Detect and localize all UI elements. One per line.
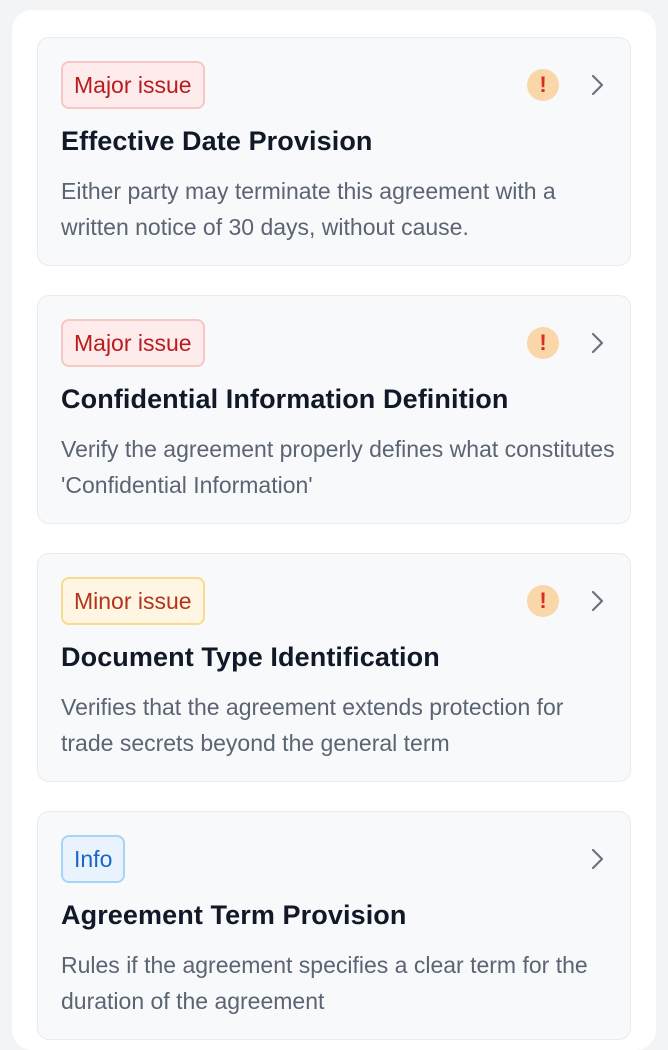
issue-card[interactable]: Major issue ! Confidential Information D…: [37, 295, 631, 524]
issue-title: Agreement Term Provision: [61, 900, 407, 930]
chevron-right-icon[interactable]: [584, 588, 610, 614]
chevron-right-icon[interactable]: [584, 330, 610, 356]
issue-card[interactable]: Major issue ! Effective Date Provision E…: [37, 37, 631, 266]
chevron-right-icon[interactable]: [584, 846, 610, 872]
issue-description: Verify the agreement properly defines wh…: [61, 436, 615, 498]
issue-title: Confidential Information Definition: [61, 384, 509, 414]
exclamation-icon: !: [527, 69, 559, 101]
issue-description: Rules if the agreement specifies a clear…: [61, 952, 588, 1014]
issue-description: Verifies that the agreement extends prot…: [61, 694, 564, 756]
issue-card[interactable]: Minor issue ! Document Type Identificati…: [37, 553, 631, 782]
exclamation-icon: !: [527, 585, 559, 617]
issue-description: Either party may terminate this agreemen…: [61, 178, 556, 240]
severity-badge: Info: [61, 835, 126, 883]
severity-badge: Major issue: [61, 61, 205, 109]
issue-title: Effective Date Provision: [61, 126, 373, 156]
issue-card[interactable]: Info Agreement Term Provision Rules if t…: [37, 811, 631, 1040]
severity-badge: Minor issue: [61, 577, 205, 625]
exclamation-icon: !: [527, 327, 559, 359]
severity-badge: Major issue: [61, 319, 205, 367]
issue-title: Document Type Identification: [61, 642, 440, 672]
chevron-right-icon[interactable]: [584, 72, 610, 98]
